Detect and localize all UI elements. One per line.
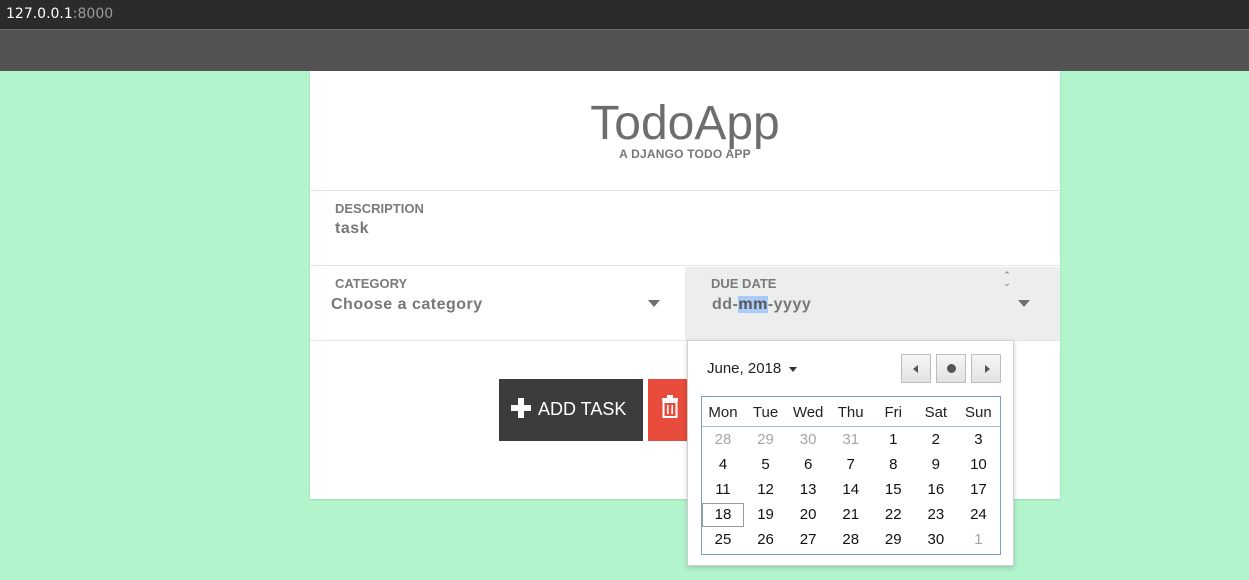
url-text[interactable]: 127.0.0.1:8000 xyxy=(6,6,113,22)
calendar-day[interactable]: 7 xyxy=(830,453,872,477)
app-header: TodoApp A DJANGO TODO APP xyxy=(310,71,1060,191)
prev-month-icon xyxy=(913,365,918,373)
calendar-day[interactable]: 16 xyxy=(915,478,957,502)
calendar-day[interactable]: 8 xyxy=(872,453,914,477)
due-date-year[interactable]: -yyyy xyxy=(768,296,811,313)
calendar-dropdown-icon[interactable] xyxy=(1018,300,1030,307)
prev-month-button[interactable] xyxy=(901,354,931,383)
add-task-label: ADD TASK xyxy=(538,399,627,419)
calendar-day[interactable]: 1 xyxy=(957,528,999,552)
spinner-icon[interactable]: ⌃ ⌄ xyxy=(1002,271,1012,288)
calendar-day[interactable]: 31 xyxy=(830,428,872,452)
calendar-day[interactable]: 19 xyxy=(745,503,787,527)
calendar-day[interactable]: 30 xyxy=(787,428,829,452)
weekday-header: Mon Tue Wed Thu Fri Sat Sun xyxy=(702,397,1000,427)
due-date-field[interactable]: DUE DATE dd-mm-yyyy ⌃ ⌄ xyxy=(685,267,1060,340)
weekday-label: Sun xyxy=(965,404,992,421)
add-task-button[interactable]: ADD TASK xyxy=(499,379,643,441)
next-month-icon xyxy=(985,365,990,373)
category-label: CATEGORY xyxy=(335,276,408,291)
calendar-day[interactable]: 17 xyxy=(957,478,999,502)
browser-address-bar[interactable]: 127.0.0.1:8000 xyxy=(0,0,1249,29)
delete-task-button[interactable] xyxy=(648,379,692,441)
calendar-day[interactable]: 25 xyxy=(702,528,744,552)
due-date-input[interactable]: dd-mm-yyyy xyxy=(712,296,811,314)
calendar-day[interactable]: 2 xyxy=(915,428,957,452)
calendar-day[interactable]: 29 xyxy=(872,528,914,552)
today-button[interactable] xyxy=(936,354,966,383)
calendar-day[interactable]: 10 xyxy=(957,453,999,477)
calendar-day[interactable]: 15 xyxy=(872,478,914,502)
weekday-label: Sat xyxy=(924,404,948,421)
due-date-month[interactable]: mm xyxy=(738,296,768,313)
browser-toolbar xyxy=(0,29,1249,71)
calendar-day[interactable]: 5 xyxy=(745,453,787,477)
calendar-day[interactable]: 1 xyxy=(872,428,914,452)
calendar-day[interactable]: 22 xyxy=(872,503,914,527)
description-input[interactable]: task xyxy=(335,220,369,238)
calendar-grid: Mon Tue Wed Thu Fri Sat Sun 28 29 30 31 1 2 3 4 5 6 7 8 9 1… xyxy=(701,396,1001,555)
calendar-day[interactable]: 6 xyxy=(787,453,829,477)
due-date-label: DUE DATE xyxy=(711,276,777,291)
weekday-label: Mon xyxy=(708,404,738,421)
trash-icon xyxy=(662,395,678,418)
calendar-day[interactable]: 9 xyxy=(915,453,957,477)
app-subtitle: A DJANGO TODO APP xyxy=(619,147,751,161)
weekday-label: Thu xyxy=(837,404,864,421)
calendar-day[interactable]: 26 xyxy=(745,528,787,552)
due-date-day[interactable]: dd- xyxy=(712,296,738,313)
plus-icon xyxy=(511,398,531,418)
month-dropdown-icon[interactable] xyxy=(789,367,797,372)
chevron-down-icon[interactable] xyxy=(648,300,660,307)
calendar-day[interactable]: 28 xyxy=(702,428,744,452)
category-value[interactable]: Choose a category xyxy=(331,296,483,314)
next-month-button[interactable] xyxy=(971,354,1001,383)
calendar-day[interactable]: 23 xyxy=(915,503,957,527)
calendar-day[interactable]: 28 xyxy=(830,528,872,552)
calendar-day[interactable]: 24 xyxy=(957,503,999,527)
calendar-day[interactable]: 30 xyxy=(915,528,957,552)
calendar-day[interactable]: 3 xyxy=(957,428,999,452)
calendar-day[interactable]: 12 xyxy=(745,478,787,502)
date-picker-popup: June, 2018 Mon Tue Wed Thu Fri Sat Sun 28 29 30 3… xyxy=(687,340,1014,566)
calendar-day[interactable]: 13 xyxy=(787,478,829,502)
calendar-day[interactable]: 18 xyxy=(702,503,744,527)
category-select[interactable]: CATEGORY Choose a category xyxy=(310,267,685,340)
calendar-day[interactable]: 14 xyxy=(830,478,872,502)
today-dot-icon xyxy=(947,364,956,373)
url-host: 127.0.0.1 xyxy=(6,6,73,22)
calendar-day[interactable]: 11 xyxy=(702,478,744,502)
calendar-day[interactable]: 20 xyxy=(787,503,829,527)
month-year-select[interactable]: June, 2018 xyxy=(707,360,781,377)
calendar-day[interactable]: 29 xyxy=(745,428,787,452)
description-field[interactable]: DESCRIPTION task xyxy=(310,192,1060,266)
weekday-label: Tue xyxy=(752,404,779,421)
calendar-day[interactable]: 4 xyxy=(702,453,744,477)
calendar-day[interactable]: 27 xyxy=(787,528,829,552)
category-due-row: CATEGORY Choose a category DUE DATE dd-m… xyxy=(310,267,1060,341)
app-title: TodoApp xyxy=(590,97,780,150)
url-port: :8000 xyxy=(72,6,114,22)
weekday-label: Wed xyxy=(792,404,824,421)
description-label: DESCRIPTION xyxy=(335,201,424,216)
calendar-day[interactable]: 21 xyxy=(830,503,872,527)
weekday-label: Fri xyxy=(884,404,903,421)
